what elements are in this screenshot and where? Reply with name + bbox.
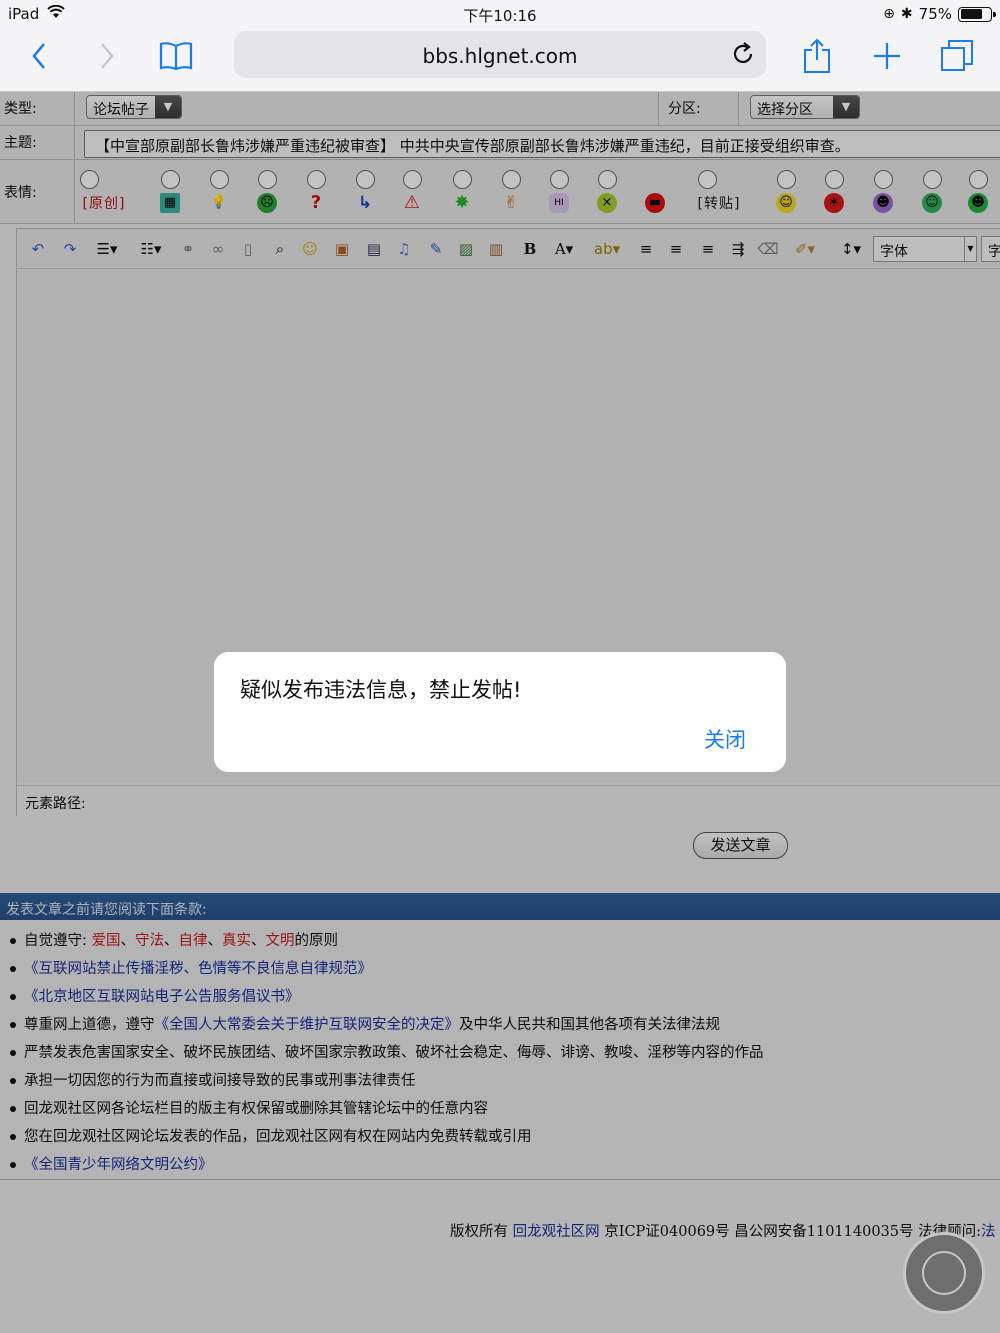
url-text: bbs.hlgnet.com [422, 44, 578, 68]
reload-icon[interactable] [730, 41, 756, 67]
bookmarks-button[interactable] [153, 36, 199, 76]
address-bar[interactable]: bbs.hlgnet.com [234, 31, 766, 78]
plus-icon [874, 43, 900, 69]
battery-fill [960, 9, 983, 19]
battery-icon [958, 6, 996, 22]
forward-button[interactable] [84, 36, 130, 76]
book-icon [159, 42, 193, 71]
alert-message: 疑似发布违法信息，禁止发帖! [240, 678, 522, 702]
share-icon [804, 38, 830, 73]
tabs-button[interactable] [934, 36, 980, 76]
back-button[interactable] [16, 36, 62, 76]
alert-dialog: 疑似发布违法信息，禁止发帖! 关闭 [214, 652, 786, 772]
tabs-icon [941, 40, 973, 71]
rotation-lock-icon: ⊕ [883, 6, 895, 22]
chevron-right-icon [101, 43, 114, 69]
status-bar: iPad 下午10:16 ⊕ ✱ 75% [0, 0, 1000, 28]
new-tab-button[interactable] [864, 36, 910, 76]
battery-percent: 75% [918, 5, 952, 23]
share-button[interactable] [794, 36, 840, 76]
chevron-left-icon [32, 43, 45, 69]
alert-close-button[interactable]: 关闭 [704, 724, 746, 754]
bluetooth-icon: ✱ [900, 6, 913, 22]
status-time: 下午10:16 [463, 7, 537, 25]
browser-toolbar: bbs.hlgnet.com [0, 28, 1000, 92]
